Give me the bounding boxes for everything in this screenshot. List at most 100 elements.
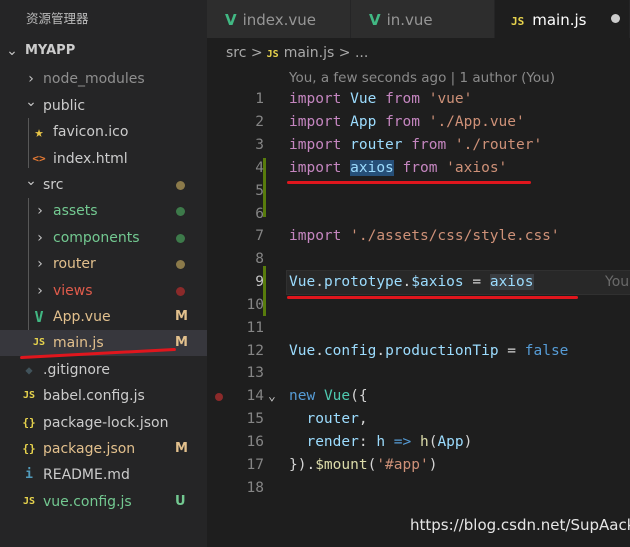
code-line[interactable]: 13 [207,362,630,385]
git-status-dot-icon [176,287,185,296]
tree-item-label: components [53,230,140,246]
code-line[interactable]: 11 [207,317,630,340]
code-line-current[interactable]: 9 Vue.prototype.$axios = axios You [207,271,630,294]
breadcrumb: src > JS main.js > ... [226,42,368,64]
tree-item-package-lock-json[interactable]: {} package-lock.json [0,410,207,436]
info-file-icon: i [25,467,33,482]
code-line[interactable]: 10 [207,294,630,317]
code-line[interactable]: 1 import Vue from 'vue' [207,88,630,111]
line-number: 1 [255,91,264,107]
breadcrumb-file[interactable]: main.js [284,45,335,61]
chevron-down-icon: ⌄ [6,43,18,59]
unsaved-dot-icon[interactable] [611,14,620,23]
token-keyword: from [411,137,447,153]
project-root[interactable]: ⌄ MYAPP [0,38,207,64]
chevron-right-icon: › [37,256,43,272]
token-operator: = [498,343,525,359]
tab-index-vue[interactable]: Vindex.vue [207,0,351,38]
code-line[interactable]: 8 [207,248,630,271]
tab-label: index.vue [242,11,317,29]
token-keyword: from [402,160,438,176]
tree-item-babel-config-js[interactable]: JS babel.config.js [0,383,207,409]
json-file-icon: {} [22,442,36,455]
line-number: 14 [246,388,264,404]
token-identifier: router [350,137,403,153]
tree-item-public[interactable]: ⌄ public [0,93,207,119]
token-property: productionTip [385,343,499,359]
inline-blame: You [605,274,630,290]
code-line[interactable]: 18 [207,477,630,500]
tree-item-router[interactable]: › router [0,251,207,277]
tab-in-vue[interactable]: Vin.vue [351,0,495,38]
tree-item-components[interactable]: › components [0,225,207,251]
git-status-dot-icon [176,234,185,243]
token-keyword: import [289,137,342,153]
code-line[interactable]: 3 import router from './router' [207,134,630,157]
tree-item-views[interactable]: › views [0,278,207,304]
tree-item-label: App.vue [53,309,111,325]
tab-main-js[interactable]: JS main.js [495,0,630,38]
token-keyword: import [289,114,342,130]
code-line[interactable]: 2 import App from './App.vue' [207,111,630,134]
project-name: MYAPP [25,43,76,58]
tree-item-label: package-lock.json [43,415,169,431]
git-status-badge: M [175,441,188,456]
chevron-down-icon: ⌄ [25,94,37,110]
tree-item-label: assets [53,203,98,219]
code-line[interactable]: 15 router, [207,408,630,431]
line-number: 12 [246,343,264,359]
fold-chevron-icon[interactable]: ⌄ [268,385,276,408]
code-line[interactable]: 12 Vue.config.productionTip = false [207,340,630,363]
token-punct: ) [463,434,473,450]
tree-item-label: src [43,177,64,193]
chevron-right-icon: › [37,203,43,219]
code-line[interactable]: 14 ⌄ new Vue({ [207,385,630,408]
token-punct: . [315,274,324,290]
tree-item-label: vue.config.js [43,494,132,510]
tree-item-assets[interactable]: › assets [0,198,207,224]
tab-label: main.js [532,11,587,29]
token-keyword: new [289,388,316,404]
tree-item-readme-md[interactable]: i README.md [0,462,207,488]
code-line[interactable]: 7 import './assets/css/style.css' [207,225,630,248]
breadcrumb-folder[interactable]: src [226,45,246,61]
code-line[interactable]: 5 [207,180,630,203]
tree-item-package-json[interactable]: {} package.json M [0,436,207,462]
favicon-star-icon: ★ [34,123,44,141]
line-number: 9 [255,274,264,290]
code-line[interactable]: 4 import axios from 'axios' [207,157,630,180]
tree-item-favicon-ico[interactable]: ★ favicon.ico [0,119,207,145]
line-number: 4 [255,160,264,176]
tree-item-label: README.md [43,467,130,483]
code-line[interactable]: 16 render: h => h(App) [207,431,630,454]
tree-item-gitignore[interactable]: ◆ .gitignore [0,357,207,383]
tree-item-vue-config-js[interactable]: JS vue.config.js U [0,489,207,515]
breakpoint-icon[interactable] [215,393,223,401]
code-line[interactable]: 6 [207,203,630,226]
git-blame-codelens[interactable]: You, a few seconds ago | 1 author (You) [289,70,555,86]
token-string: 'axios' [446,160,508,176]
token-keyword: import [289,228,342,244]
token-class: Vue [323,388,351,404]
explorer-sidebar: 资源管理器 ⌄ MYAPP › node_modules ⌄ public ★ favic… [0,0,207,547]
tree-item-label: package.json [43,441,136,457]
token-punct: ) [428,457,438,473]
code-line[interactable]: 17 }).$mount('#app') [207,454,630,477]
token-function: $mount [315,457,368,473]
js-file-icon: JS [22,496,36,507]
token-identifier: Vue [289,274,316,290]
token-keyword: from [385,114,420,130]
token-boolean: false [524,343,569,359]
breadcrumb-tail[interactable]: > ... [339,45,369,61]
tree-item-label: .gitignore [43,362,110,378]
tree-item-src[interactable]: ⌄ src [0,172,207,198]
js-file-icon: JS [511,15,525,28]
tree-item-label: index.html [53,151,128,167]
vue-file-icon: V [34,308,44,326]
token-string: './router' [454,137,543,153]
explorer-title: 资源管理器 [26,11,89,26]
tree-item-app-vue[interactable]: V App.vue M [0,304,207,330]
token-keyword: import [289,91,342,107]
token-punct: : [358,434,377,450]
js-file-icon: JS [266,49,279,60]
